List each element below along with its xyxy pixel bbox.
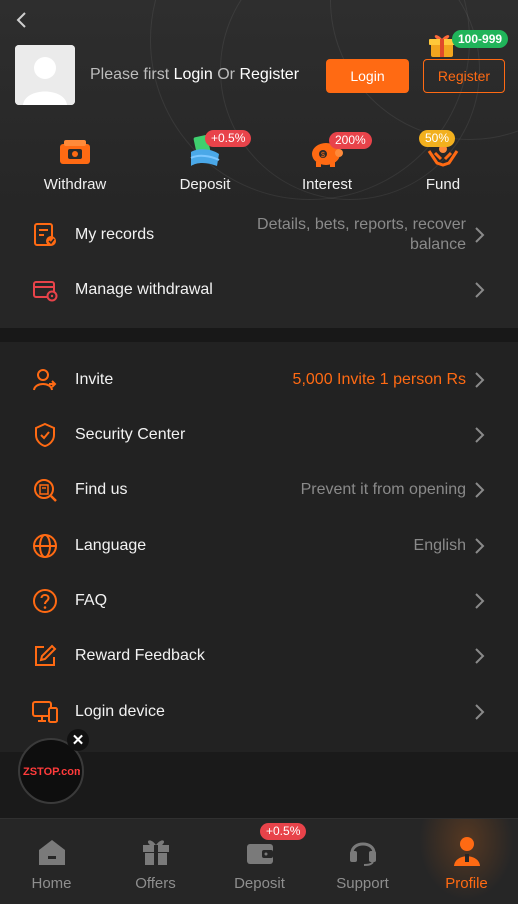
menu-item-security-center[interactable]: Security Center xyxy=(0,407,518,462)
menu-item-faq[interactable]: FAQ xyxy=(0,573,518,628)
svg-text:ZSTOP.com: ZSTOP.com xyxy=(23,766,80,778)
wallet-icon xyxy=(246,844,273,864)
quick-deposit-label: Deposit xyxy=(179,176,231,193)
menu-item-manage-withdrawal[interactable]: Manage withdrawal xyxy=(0,262,518,317)
fund-rate-badge: 50% xyxy=(419,130,456,147)
records-icon xyxy=(31,221,59,249)
prompt-or: Or xyxy=(217,66,235,83)
profile-header: Please first Login Or Register 100-999 L… xyxy=(0,0,518,210)
menu-item-find-us[interactable]: Find us Prevent it from opening xyxy=(0,462,518,517)
person-icon xyxy=(453,837,480,866)
login-prompt: Please first Login Or Register xyxy=(90,66,299,84)
svg-text:$: $ xyxy=(321,152,325,159)
interest-rate-badge: 200% xyxy=(329,132,372,149)
prompt-login-link[interactable]: Login xyxy=(174,66,213,83)
invite-reward-text: 5,000 Invite 1 person Rs xyxy=(293,371,466,389)
menu-item-reward-feedback[interactable]: Reward Feedback xyxy=(0,628,518,683)
promo-logo: ZSTOP.com xyxy=(23,766,80,778)
tab-label: Offers xyxy=(135,875,176,892)
chevron-right-icon xyxy=(475,281,485,298)
login-button[interactable]: Login xyxy=(326,59,409,93)
chevron-right-icon xyxy=(475,371,485,388)
chevron-left-icon xyxy=(16,12,26,28)
shield-icon xyxy=(31,421,59,449)
avatar[interactable] xyxy=(15,45,75,105)
quick-deposit[interactable]: +0.5% Deposit xyxy=(155,130,255,193)
edit-icon xyxy=(31,642,59,670)
chevron-right-icon xyxy=(475,703,485,720)
menu-label: Security Center xyxy=(75,425,186,443)
user-placeholder-icon xyxy=(15,45,75,105)
prompt-register-link[interactable]: Register xyxy=(239,66,299,83)
chevron-right-icon xyxy=(475,647,485,664)
tab-label: Home xyxy=(31,875,72,892)
menu-item-invite[interactable]: Invite 5,000 Invite 1 person Rs xyxy=(0,352,518,407)
tab-label: Support xyxy=(336,875,389,892)
invite-user-icon xyxy=(31,366,59,394)
search-document-icon xyxy=(31,476,59,504)
chevron-right-icon xyxy=(475,481,485,498)
devices-icon xyxy=(31,698,59,726)
quick-withdraw-label: Withdraw xyxy=(43,176,107,193)
records-hint-line2: balance xyxy=(409,236,466,253)
menu-label: Login device xyxy=(75,702,165,720)
menu-label: FAQ xyxy=(75,591,108,609)
chevron-right-icon xyxy=(475,537,485,554)
records-hint: Details, bets, reports, recover balance xyxy=(257,215,466,255)
headset-icon xyxy=(349,842,376,866)
home-icon xyxy=(38,840,65,865)
bottom-tab-bar: Home Offers +0.5% Deposit Support Profil… xyxy=(0,818,518,904)
register-button[interactable]: Register xyxy=(423,59,505,93)
tab-profile[interactable]: Profile xyxy=(415,819,518,904)
quick-fund-label: Fund xyxy=(425,176,461,193)
deposit-tab-badge: +0.5% xyxy=(260,823,307,840)
gift-icon xyxy=(142,840,169,865)
menu-label: Reward Feedback xyxy=(75,646,205,664)
menu-label: Manage withdrawal xyxy=(75,280,213,298)
menu-item-language[interactable]: Language English xyxy=(0,518,518,573)
chevron-right-icon xyxy=(475,227,485,243)
deposit-bonus-badge: +0.5% xyxy=(205,130,252,147)
question-icon xyxy=(31,587,59,615)
find-us-hint: Prevent it from opening xyxy=(300,480,466,498)
menu-label: Invite xyxy=(75,370,114,388)
close-icon[interactable]: ✕ xyxy=(67,729,89,751)
back-button[interactable] xyxy=(10,8,34,32)
menu-item-my-records[interactable]: My records Details, bets, reports, recov… xyxy=(0,207,518,263)
tab-deposit[interactable]: +0.5% Deposit xyxy=(208,819,311,904)
tab-offers[interactable]: Offers xyxy=(104,819,207,904)
quick-withdraw[interactable]: Withdraw xyxy=(25,132,125,193)
tab-home[interactable]: Home xyxy=(0,819,103,904)
section-divider xyxy=(0,328,518,342)
invite-amount: 5,000 xyxy=(292,370,333,388)
menu-label: Find us xyxy=(75,480,128,498)
quick-interest-label: Interest xyxy=(301,176,353,193)
chevron-right-icon xyxy=(475,592,485,609)
chevron-right-icon xyxy=(475,426,485,443)
menu-label: Language xyxy=(75,536,147,554)
tab-label: Deposit xyxy=(234,875,285,892)
language-value: English xyxy=(413,536,466,554)
globe-icon xyxy=(31,532,59,560)
quick-interest[interactable]: $ 200% Interest xyxy=(277,132,377,193)
gift-range-badge: 100-999 xyxy=(452,30,509,48)
prompt-prefix: Please first xyxy=(90,66,170,83)
ticket-icon xyxy=(60,140,90,164)
card-settings-icon xyxy=(31,276,59,304)
invite-description: Invite 1 person Rs xyxy=(337,370,466,388)
menu-label: My records xyxy=(75,226,155,243)
quick-fund[interactable]: 50% Fund xyxy=(393,130,493,193)
tab-label: Profile xyxy=(445,875,488,892)
records-hint-line1: Details, bets, reports, recover xyxy=(257,216,466,233)
tab-support[interactable]: Support xyxy=(311,819,414,904)
